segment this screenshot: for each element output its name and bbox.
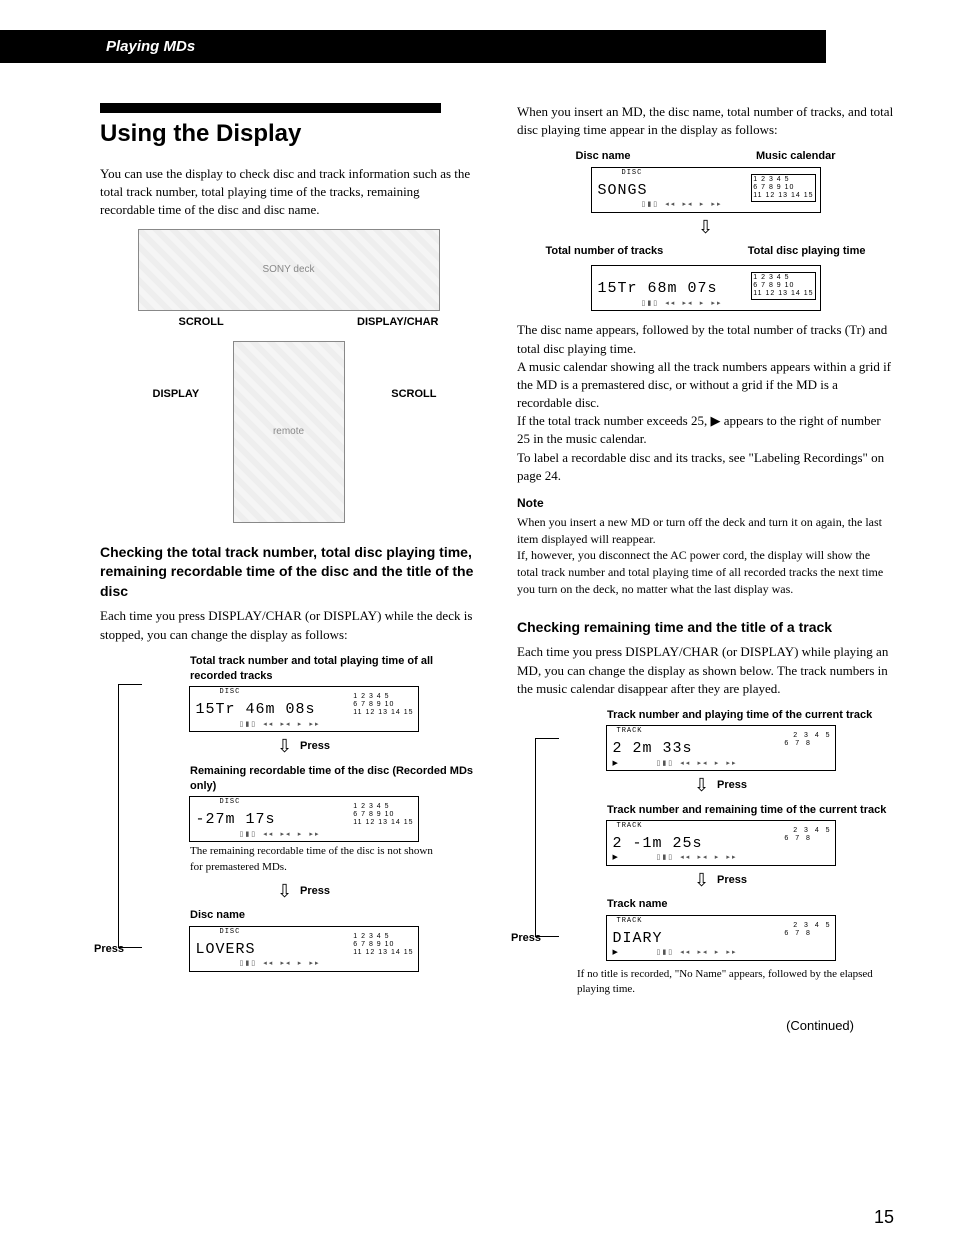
- arrow-down-icon: ⇩: [277, 734, 292, 759]
- lcd2-display-3: TRACK DIARY 2 3 4 5 6 7 8 ▶ ▯▮▯ ◂◂ ▸◂ ▸ …: [606, 915, 836, 961]
- note-body: When you insert a new MD or turn off the…: [517, 514, 894, 598]
- arrow-down-icon: ⇩: [277, 879, 292, 904]
- page-number: 15: [874, 1205, 894, 1230]
- subsection-body-2: Each time you press DISPLAY/CHAR (or DIS…: [517, 643, 894, 698]
- lcd-display-1: DISC 15Tr 46m 08s 1 2 3 4 56 7 8 9 1011 …: [189, 686, 419, 732]
- page-title: Using the Display: [100, 103, 441, 151]
- lcd2-label-1: Track number and playing time of the cur…: [607, 708, 894, 723]
- subsection-heading-1: Checking the total track number, total d…: [100, 543, 477, 602]
- label-displaychar: DISPLAY/CHAR: [357, 315, 439, 330]
- label-display: DISPLAY: [153, 387, 200, 402]
- label-totaltracks: Total number of tracks: [546, 244, 664, 259]
- right-intro: When you insert an MD, the disc name, to…: [517, 103, 894, 139]
- lcd-label-3: Disc name: [190, 908, 477, 923]
- note-title: Note: [517, 495, 894, 512]
- left-column: Using the Display You can use the displa…: [100, 103, 477, 1035]
- remote-illustration: remote: [233, 341, 345, 523]
- arrow-down-icon: ⇩: [694, 868, 709, 893]
- lcd2-label-3: Track name: [607, 897, 894, 912]
- press2-left-label: Press: [511, 931, 541, 946]
- lcd-note-2: The remaining recordable time of the dis…: [190, 844, 440, 875]
- lcd-label-2: Remaining recordable time of the disc (R…: [190, 764, 477, 795]
- device-illustration: SONY deck: [138, 229, 440, 311]
- label-scroll-remote: SCROLL: [391, 387, 436, 402]
- lcd-display-2: DISC -27m 17s 1 2 3 4 56 7 8 9 1011 12 1…: [189, 796, 419, 842]
- label-discname: Disc name: [576, 149, 631, 164]
- press2-step-1: ⇩ Press: [547, 773, 894, 798]
- right-column: When you insert an MD, the disc name, to…: [517, 103, 894, 1035]
- subsection-heading-2: Checking remaining time and the title of…: [517, 618, 894, 638]
- section-header: Playing MDs: [0, 30, 826, 63]
- intro-paragraph: You can use the display to check disc an…: [100, 165, 477, 220]
- lcd-top: DISC SONGS 1 2 3 4 56 7 8 9 1011 12 13 1…: [591, 167, 821, 213]
- continued-label: (Continued): [517, 1017, 894, 1035]
- right-paragraph: The disc name appears, followed by the t…: [517, 321, 894, 485]
- lcd2-display-1: TRACK 2 2m 33s 2 3 4 5 6 7 8 ▶ ▯▮▯ ◂◂ ▸◂…: [606, 725, 836, 771]
- lcd-bot: 15Tr 68m 07s 1 2 3 4 56 7 8 9 1011 12 13…: [591, 265, 821, 311]
- label-totaltime: Total disc playing time: [748, 244, 866, 259]
- label-scroll: SCROLL: [179, 315, 224, 330]
- lcd-display-3: DISC LOVERS 1 2 3 4 56 7 8 9 1011 12 13 …: [189, 926, 419, 972]
- arrow-down-icon: ⇩: [694, 773, 709, 798]
- label-musiccalendar: Music calendar: [756, 149, 835, 164]
- lcd2-label-2: Track number and remaining time of the c…: [607, 803, 894, 818]
- arrow-down-icon: ⇩: [517, 215, 894, 240]
- subsection-body-1: Each time you press DISPLAY/CHAR (or DIS…: [100, 607, 477, 643]
- press2-step-2: ⇩ Press: [547, 868, 894, 893]
- lcd2-display-2: TRACK 2 -1m 25s 2 3 4 5 6 7 8 ▶ ▯▮▯ ◂◂ ▸…: [606, 820, 836, 866]
- lcd-label-1: Total track number and total playing tim…: [190, 654, 477, 685]
- press-step-1: ⇩ Press: [130, 734, 477, 759]
- press-left-label: Press: [94, 942, 124, 957]
- footnote: If no title is recorded, "No Name" appea…: [577, 967, 894, 998]
- press-step-2: ⇩ Press: [130, 879, 477, 904]
